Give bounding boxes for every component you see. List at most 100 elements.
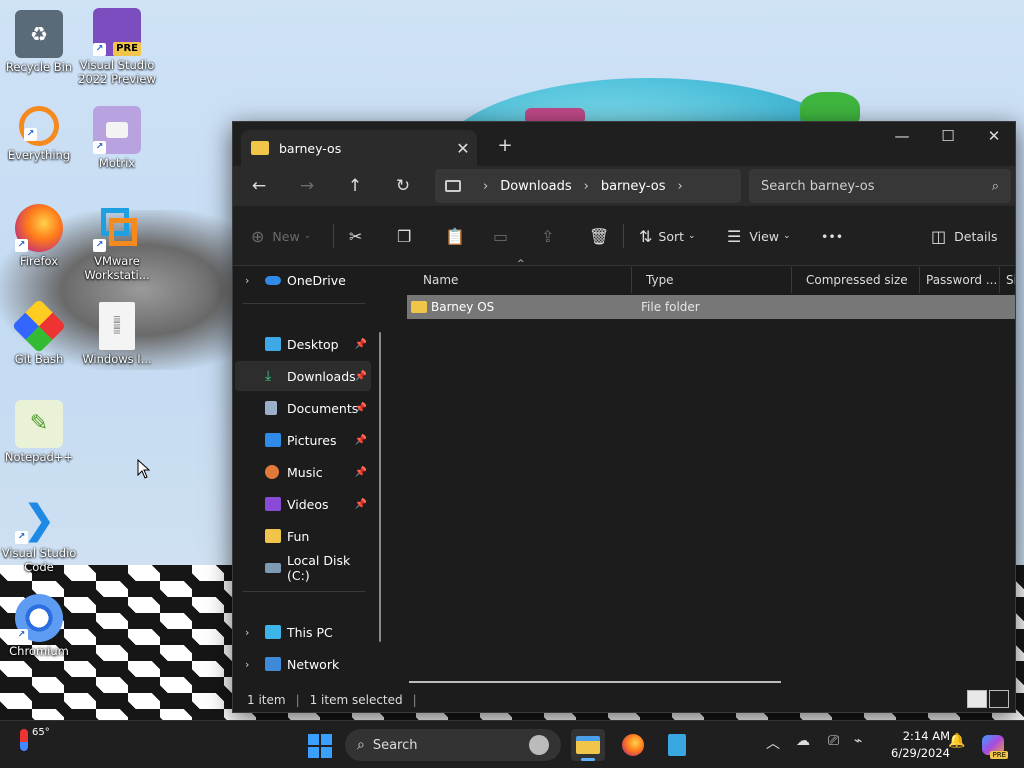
pin-icon[interactable]: 📌	[355, 339, 367, 350]
desktop-icon-motrix[interactable]: ↗ Motrix	[78, 106, 156, 170]
display-tray-icon[interactable]: ⎚	[828, 733, 839, 749]
search-input[interactable]	[761, 178, 992, 194]
new-tab-button[interactable]: +	[491, 132, 519, 160]
column-header-size[interactable]: Si	[1000, 267, 1015, 293]
column-header-password[interactable]: Password ...	[920, 267, 1000, 293]
refresh-button[interactable]: ↻	[387, 172, 419, 200]
network-tray-icon[interactable]: ⌁	[854, 733, 862, 749]
vscode-icon: ❯ ↗	[15, 496, 63, 544]
column-header-type[interactable]: Type	[632, 267, 792, 293]
rename-button[interactable]: ▭	[493, 220, 508, 252]
desktop-icon-chromium[interactable]: ↗ Chromium	[0, 594, 78, 658]
system-clock[interactable]: 2:14 AM 6/29/2024	[880, 728, 950, 762]
pin-icon[interactable]: 📌	[355, 499, 367, 510]
start-button[interactable]	[308, 734, 332, 758]
motrix-icon: ↗	[93, 106, 141, 154]
preview-badge: PRE	[113, 42, 141, 56]
column-header-name[interactable]: Name	[409, 267, 632, 293]
copilot-preview-badge: PRE	[990, 751, 1008, 759]
share-button[interactable]: ⇪	[541, 220, 554, 252]
back-button[interactable]: ←	[243, 172, 275, 200]
taskbar-search[interactable]: ⌕ Search	[345, 729, 561, 761]
sidebar-item-local-disk[interactable]: Local Disk (C:)	[235, 553, 371, 583]
taskbar-notepad[interactable]	[660, 729, 694, 761]
desktop-icon-vscode[interactable]: ❯ ↗ Visual Studio Code	[0, 496, 78, 574]
pin-icon[interactable]: 📌	[355, 435, 367, 446]
sidebar-item-this-pc[interactable]: › This PC	[235, 617, 371, 647]
breadcrumb-barney-os[interactable]: barney-os	[601, 179, 666, 194]
forward-button[interactable]: →	[291, 172, 323, 200]
desktop-icon-recycle-bin[interactable]: ♻ Recycle Bin	[0, 10, 78, 74]
horizontal-scrollbar[interactable]	[409, 681, 781, 683]
shortcut-arrow-icon: ↗	[15, 629, 28, 642]
sort-button[interactable]: ⇅ Sort ⌄	[639, 220, 696, 252]
chevron-right-icon[interactable]: ›	[245, 658, 249, 671]
pin-icon[interactable]: 📌	[355, 467, 367, 478]
sidebar-item-documents[interactable]: Documents 📌	[235, 393, 371, 423]
chevron-right-icon[interactable]: ›	[245, 274, 249, 287]
cut-button[interactable]: ✂	[349, 220, 362, 252]
clock-date: 6/29/2024	[891, 746, 950, 760]
desktop-icon-vmware[interactable]: ↗ VMware Workstati...	[78, 204, 156, 282]
chevron-right-icon[interactable]: ›	[584, 179, 589, 194]
taskbar-firefox[interactable]	[616, 729, 650, 761]
breadcrumb-downloads[interactable]: Downloads	[500, 179, 571, 194]
breadcrumb[interactable]: › Downloads › barney-os ›	[435, 169, 741, 203]
item-count: 1 item	[247, 693, 286, 707]
scissors-icon: ✂	[349, 226, 363, 246]
sidebar-item-label: Desktop	[287, 336, 339, 352]
new-button[interactable]: ⊕ New ⌄	[251, 220, 311, 252]
desktop-icon-notepad-plus-plus[interactable]: ✎ Notepad++	[0, 400, 78, 464]
up-button[interactable]: ↑	[339, 172, 371, 200]
sidebar-item-pictures[interactable]: Pictures 📌	[235, 425, 371, 455]
more-options-button[interactable]: •••	[821, 220, 843, 252]
show-hidden-icons-button[interactable]: ︿	[766, 733, 780, 753]
sidebar-item-desktop[interactable]: Desktop 📌	[235, 329, 371, 359]
desktop-icon-git-bash[interactable]: Git Bash	[0, 298, 78, 366]
taskbar-file-explorer[interactable]	[571, 729, 605, 761]
column-header-label: Compressed size	[806, 273, 908, 287]
taskbar-copilot[interactable]: PRE	[976, 729, 1010, 761]
column-header-compressed-size[interactable]: Compressed size	[792, 267, 920, 293]
delete-button[interactable]: 🗑	[589, 220, 609, 252]
desktop-icon-label: Firefox	[19, 254, 59, 268]
search-box[interactable]: ⌕	[749, 169, 1011, 203]
desktop-icon-everything[interactable]: ↗ Everything	[0, 106, 78, 162]
sidebar-item-onedrive[interactable]: › OneDrive	[235, 265, 371, 295]
tab-close-icon[interactable]: ✕	[449, 139, 477, 158]
paste-button[interactable]: 📋	[445, 220, 465, 252]
this-pc-icon	[445, 180, 461, 192]
pin-icon[interactable]: 📌	[355, 371, 367, 382]
computer-icon	[265, 625, 281, 639]
details-view-button[interactable]	[967, 690, 987, 708]
minimize-button[interactable]: —	[879, 122, 925, 152]
tab-barney-os[interactable]: barney-os ✕	[241, 130, 477, 166]
active-indicator	[581, 758, 595, 761]
large-icons-view-button[interactable]	[989, 690, 1009, 708]
sidebar-item-downloads[interactable]: ⤓ Downloads 📌	[235, 361, 371, 391]
maximize-button[interactable]: ☐	[925, 122, 971, 152]
git-bash-icon	[11, 298, 67, 354]
sidebar-item-videos[interactable]: Videos 📌	[235, 489, 371, 519]
weather-widget[interactable]: 65°	[20, 727, 50, 751]
view-button[interactable]: ☰ View ⌄	[727, 220, 791, 252]
onedrive-tray-icon[interactable]: ☁	[796, 733, 810, 749]
chevron-right-icon[interactable]: ›	[678, 179, 683, 194]
desktop-icon-firefox[interactable]: ↗ Firefox	[0, 204, 78, 268]
desktop-icon-visual-studio-preview[interactable]: PRE ↗ Visual Studio 2022 Preview	[78, 8, 156, 86]
share-icon: ⇪	[541, 226, 555, 246]
close-window-button[interactable]: ✕	[971, 122, 1017, 152]
sidebar-item-network[interactable]: › Network	[235, 649, 371, 679]
chevron-right-icon[interactable]: ›	[483, 179, 488, 194]
notification-bell-icon[interactable]: 🔔	[948, 733, 965, 749]
copy-button[interactable]: ❐	[397, 220, 411, 252]
sidebar-item-label: Pictures	[287, 432, 337, 448]
sidebar-item-music[interactable]: Music 📌	[235, 457, 371, 487]
sidebar-scrollbar[interactable]	[379, 332, 381, 642]
chevron-right-icon[interactable]: ›	[245, 626, 249, 639]
table-row[interactable]: Barney OS File folder	[407, 295, 1015, 319]
pin-icon[interactable]: 📌	[355, 403, 367, 414]
details-pane-button[interactable]: ◫ Details	[931, 220, 997, 252]
sidebar-item-fun[interactable]: Fun	[235, 521, 371, 551]
desktop-icon-windows-file[interactable]: ≡ ≡ ≡ Windows I...	[78, 302, 156, 366]
